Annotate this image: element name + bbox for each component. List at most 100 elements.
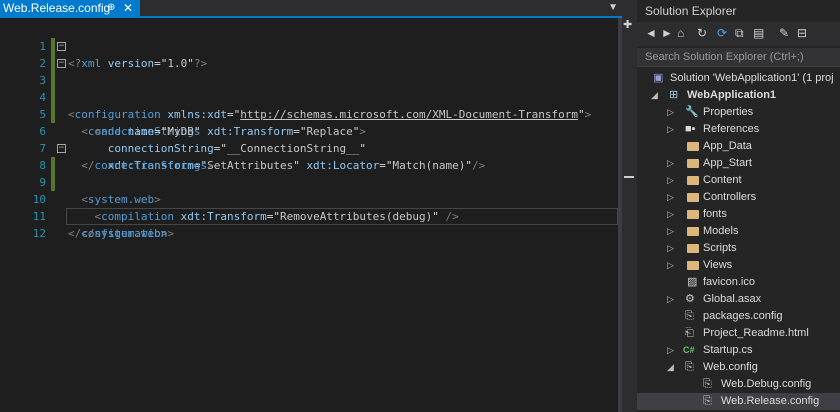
tree-node-label: Solution 'WebApplication1' (1 proj [670,72,834,84]
tree-node-label: Models [703,225,739,237]
history-icon[interactable]: ↻ [697,26,707,40]
code-editor[interactable]: Web.Release.config ⊕ ✕ ▼ 1 <?xml version… [0,0,622,412]
code-line: 10 </system.web> [0,174,622,240]
tree-item-app-data[interactable]: App_Data [637,138,840,155]
csharp-file-icon: C# [683,345,695,355]
collapsed-arrow-icon[interactable]: ▷ [667,342,674,359]
fold-toggle-icon[interactable]: − [57,42,66,51]
collapsed-arrow-icon[interactable]: ▷ [667,172,674,189]
collapsed-arrow-icon[interactable]: ▷ [667,121,674,138]
preview-icon[interactable]: ⊟ [797,26,807,40]
close-icon[interactable]: ✕ [123,0,133,16]
forward-icon[interactable]: ► [661,26,673,40]
tree-node-label: packages.config [703,310,783,322]
tree-node-label: Controllers [703,191,757,203]
tree-item-references[interactable]: ▷ ■▪ References [637,121,840,138]
tree-node-label: Scripts [703,242,737,254]
tree-item-startup-cs[interactable]: ▷ C# Startup.cs [637,342,840,359]
tree-item-web-release-config[interactable]: ⎘ Web.Release.config [637,393,840,410]
tree-item-views[interactable]: ▷ Views [637,257,840,274]
tree-node-label: Web.Release.config [721,395,820,407]
collapsed-arrow-icon[interactable]: ▷ [667,155,674,172]
web-project-icon: ⊞ [669,89,679,101]
editor-split-bar: ✚ [622,18,636,412]
tree-item-web-config[interactable]: ◢ ⎘ Web.config [637,359,840,376]
collapsed-arrow-icon[interactable]: ▷ [667,240,674,257]
tree-item-properties[interactable]: ▷ 🔧 Properties [637,104,840,121]
expanded-arrow-icon[interactable]: ◢ [651,87,658,104]
tree-node-label: Startup.cs [703,344,753,356]
image-file-icon: ▨ [687,276,698,288]
collapse-all-icon[interactable]: ⧉ [735,26,744,41]
collapsed-arrow-icon[interactable]: ▷ [667,189,674,206]
collapsed-arrow-icon[interactable]: ▷ [667,257,674,274]
config-file-icon: ⎘ [703,395,712,407]
tree-item-global-asax[interactable]: ▷ ⚙ Global.asax [637,291,840,308]
tree-node-label: Global.asax [703,293,762,305]
solution-icon: ▣ [653,72,664,84]
html-file-icon: ⎗ [685,327,694,339]
fold-toggle-icon[interactable]: − [57,59,66,68]
tree-item-controllers[interactable]: ▷ Controllers [637,189,840,206]
config-file-icon: ⎘ [685,310,694,322]
collapsed-arrow-icon[interactable]: ▷ [667,206,674,223]
code-line: 6 xdt:Transform="SetAttributes" xdt:Loca… [0,106,622,172]
tree-item-project-readme[interactable]: ⎗ Project_Readme.html [637,325,840,342]
fold-toggle-icon[interactable]: − [57,144,66,153]
tree-node-label: References [703,123,760,135]
tree-node-label: favicon.ico [703,276,755,288]
pin-icon[interactable]: ⊕ [107,0,115,16]
tab-title: Web.Release.config [3,1,111,15]
collapsed-arrow-icon[interactable]: ▷ [667,291,674,308]
change-marker [51,157,55,174]
tree-node-label: WebApplication1 [687,89,777,101]
solution-explorer: Solution Explorer ◄ ► ⌂ ↻ ⟳ ⧉ ▤ ✎ ⊟ Sear… [637,0,840,412]
tree-node-label: App_Data [703,140,752,152]
change-marker [51,55,55,72]
tree-item-scripts[interactable]: ▷ Scripts [637,240,840,257]
search-input[interactable]: Search Solution Explorer (Ctrl+;) [637,48,840,67]
show-all-files-icon[interactable]: ▤ [753,26,764,40]
tree-item-fonts[interactable]: ▷ fonts [637,206,840,223]
tree-node-label: Project_Readme.html [703,327,809,339]
home-icon[interactable]: ⌂ [677,26,684,40]
collapsed-arrow-icon[interactable]: ▷ [667,104,674,121]
tree-solution-node[interactable]: ▣ Solution 'WebApplication1' (1 proj [637,70,840,87]
code-line: 2 − <configuration xmlns:xdt="http://sch… [0,38,622,121]
back-icon[interactable]: ◄ [645,26,657,40]
tree-item-app-start[interactable]: ▷ App_Start [637,155,840,172]
tree-node-label: App_Start [703,157,752,169]
tree-node-label: Views [703,259,733,271]
wrench-icon: 🔧 [685,106,699,118]
tree-item-content[interactable]: ▷ Content [637,172,840,189]
change-marker [51,174,55,191]
config-file-icon: ⎘ [685,361,694,373]
tree-node-label: Web.Debug.config [721,378,812,390]
tree-item-packages-config[interactable]: ⎘ packages.config [637,308,840,325]
solution-explorer-toolbar: ◄ ► ⌂ ↻ ⟳ ⧉ ▤ ✎ ⊟ [637,22,840,46]
document-tab[interactable]: Web.Release.config ⊕ ✕ [0,0,140,16]
splitter-handle[interactable] [624,176,634,178]
tab-dropdown-icon[interactable]: ▼ [608,2,618,13]
code-text: </configuration> [68,227,174,240]
tree-item-web-debug-config[interactable]: ⎘ Web.Debug.config [637,376,840,393]
code-area[interactable]: 1 <?xml version="1.0"?> 2 − <configurati… [0,21,622,240]
tree-project-node[interactable]: ◢ ⊞ WebApplication1 [637,87,840,104]
tree-item-models[interactable]: ▷ Models [637,223,840,240]
sync-icon[interactable]: ⟳ [717,26,727,40]
asax-file-icon: ⚙ [685,293,695,305]
code-line: 9 <compilation xdt:Transform="RemoveAttr… [0,157,622,223]
change-marker [51,89,55,106]
properties-icon[interactable]: ✎ [779,26,789,40]
collapsed-arrow-icon[interactable]: ▷ [667,223,674,240]
panel-title: Solution Explorer [645,4,737,18]
code-line: 4 <add name="MyDB" [0,72,622,138]
document-tab-strip: Web.Release.config ⊕ ✕ ▼ [0,0,622,18]
references-icon: ■▪ [685,123,696,135]
current-line-highlight [66,208,618,225]
split-add-icon[interactable]: ✚ [623,18,632,31]
tree-item-favicon[interactable]: ▨ favicon.ico [637,274,840,291]
code-line: 1 <?xml version="1.0"?> [0,21,622,70]
solution-tree: ▣ Solution 'WebApplication1' (1 proj ◢ ⊞… [637,70,840,410]
expanded-arrow-icon[interactable]: ◢ [667,359,674,376]
